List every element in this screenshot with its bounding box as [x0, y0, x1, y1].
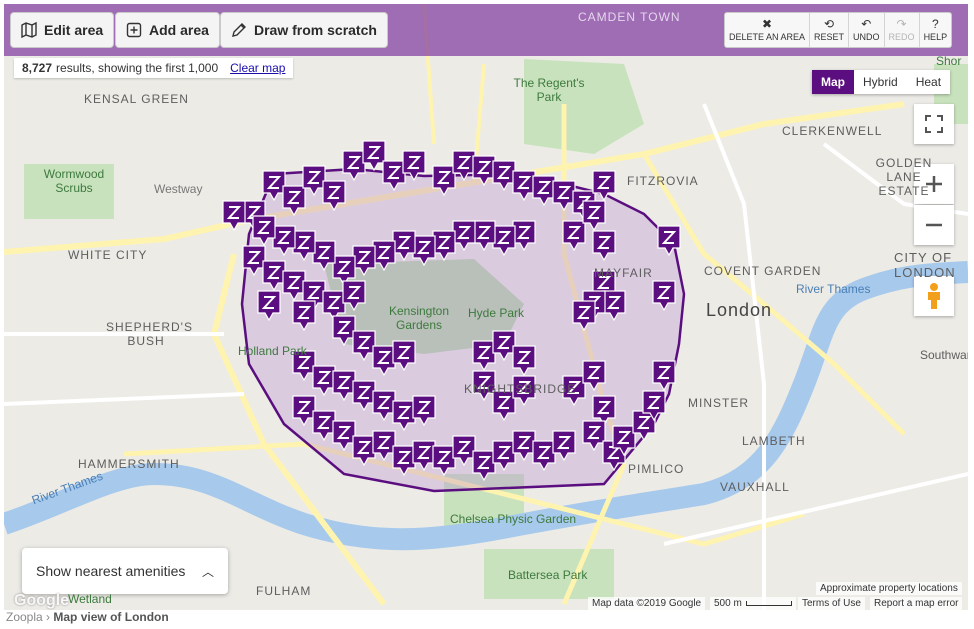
google-logo: Google: [14, 592, 70, 609]
edit-area-button[interactable]: Edit area: [10, 12, 115, 48]
undo-label: UNDO: [853, 32, 880, 42]
close-icon: ✖: [761, 17, 773, 31]
edit-area-label: Edit area: [44, 22, 104, 38]
label-clerkenwell: CLERKENWELL: [782, 124, 883, 138]
add-area-button[interactable]: Add area: [115, 12, 220, 48]
label-shor: Shor: [936, 54, 962, 68]
label-vauxhall: VAUXHALL: [720, 480, 790, 494]
label-knightsbridge: KNIGHTSBRIDGE: [464, 382, 577, 396]
undo-button[interactable]: ↶ UNDO: [849, 13, 885, 47]
chevron-up-icon: ︿: [201, 564, 214, 579]
label-wetland: Wetland: [68, 592, 112, 606]
street-view-pegman[interactable]: [914, 276, 954, 316]
scale-line: [745, 601, 792, 606]
reset-button[interactable]: ⟲ RESET: [810, 13, 850, 47]
draw-actions: ✖ DELETE AN AREA ⟲ RESET ↶ UNDO ↷ REDO ?…: [724, 12, 953, 48]
terms-of-use-link[interactable]: Terms of Use: [798, 597, 865, 610]
fullscreen-button[interactable]: [914, 104, 954, 144]
label-pimlico: PIMLICO: [628, 462, 685, 476]
label-white-city: WHITE CITY: [68, 248, 148, 262]
label-wormwood: Wormwood Scrubs: [43, 167, 105, 195]
label-mayfair: MAYFAIR: [594, 266, 653, 280]
label-kensal: KENSAL GREEN: [84, 92, 189, 106]
label-hammersmith: HAMMERSMITH: [78, 457, 180, 471]
results-summary: 8,727 results, showing the first 1,000 C…: [14, 58, 294, 78]
help-label: HELP: [923, 32, 948, 42]
breadcrumb-home[interactable]: Zoopla: [6, 610, 43, 624]
map-canvas[interactable]: Edit area Add area Draw from scratch ✖ D…: [4, 4, 968, 610]
label-golden-lane: GOLDEN LANE ESTATE: [875, 156, 933, 198]
label-fulham: FULHAM: [256, 584, 312, 598]
results-count: 8,727: [22, 61, 53, 75]
report-map-error-link[interactable]: Report a map error: [870, 597, 963, 610]
breadcrumb: Zoopla › Map view of London: [6, 610, 169, 624]
label-battersea-park: Battersea Park: [508, 568, 588, 582]
label-covent-garden: COVENT GARDEN: [704, 264, 822, 278]
pegman-icon: [928, 283, 940, 309]
label-southwark: Southwark: [920, 348, 968, 362]
label-minster: MINSTER: [688, 396, 749, 410]
add-area-label: Add area: [149, 22, 209, 38]
clear-map-link[interactable]: Clear map: [230, 61, 285, 75]
fullscreen-icon: [925, 115, 943, 133]
label-city-of-london: CITY OF LONDON: [894, 250, 956, 280]
label-fitzrovia: FITZROVIA: [627, 174, 699, 188]
label-regents-park: The Regent's Park: [513, 76, 585, 104]
map-icon: [21, 22, 37, 38]
delete-area-label: DELETE AN AREA: [729, 32, 806, 42]
map-type-hybrid[interactable]: Hybrid: [854, 70, 907, 94]
zoom-out-button[interactable]: [914, 205, 954, 245]
results-text: results, showing the first 1,000: [56, 61, 219, 75]
delete-area-button[interactable]: ✖ DELETE AN AREA: [725, 13, 811, 47]
undo-icon: ↶: [861, 17, 872, 31]
label-lambeth: LAMBETH: [742, 434, 806, 448]
redo-label: REDO: [888, 32, 915, 42]
property-marker[interactable]: [362, 140, 386, 172]
label-kensington-gardens: Kensington Gardens: [388, 304, 450, 332]
scale-bar: 500 m: [710, 597, 796, 610]
breadcrumb-current: Map view of London: [53, 610, 169, 624]
pencil-icon: [232, 23, 246, 37]
label-chelsea-physic-garden: Chelsea Physic Garden: [450, 512, 577, 526]
redo-button[interactable]: ↷ REDO: [885, 13, 920, 47]
label-river-thames-east: River Thames: [796, 282, 871, 296]
reset-label: RESET: [814, 32, 845, 42]
label-holland-park: Holland Park: [238, 344, 307, 358]
draw-from-scratch-button[interactable]: Draw from scratch: [220, 12, 388, 48]
map-type-map[interactable]: Map: [812, 70, 854, 94]
help-icon: ?: [931, 17, 939, 31]
scale-label: 500 m: [714, 598, 742, 609]
redo-icon: ↷: [896, 17, 907, 31]
label-camden: CAMDEN TOWN: [578, 10, 681, 24]
label-shepherds-bush: SHEPHERD'S BUSH: [106, 320, 193, 348]
map-data-attribution: Map data ©2019 Google: [588, 597, 706, 610]
draw-from-scratch-label: Draw from scratch: [254, 22, 377, 38]
label-westway: Westway: [154, 182, 203, 196]
refresh-icon: ⟲: [824, 17, 835, 31]
label-hyde-park: Hyde Park: [468, 306, 525, 320]
nearest-amenities-label: Show nearest amenities: [36, 563, 186, 579]
help-button[interactable]: ? HELP: [920, 13, 952, 47]
map-type-heat[interactable]: Heat: [907, 70, 950, 94]
label-london: London: [706, 300, 773, 320]
approx-locations-note: Approximate property locations: [816, 582, 962, 595]
minus-icon: [926, 223, 942, 227]
nearest-amenities-toggle[interactable]: Show nearest amenities ︿: [22, 548, 228, 594]
add-square-icon: [126, 22, 142, 38]
map-type-switcher: Map Hybrid Heat: [812, 70, 951, 94]
